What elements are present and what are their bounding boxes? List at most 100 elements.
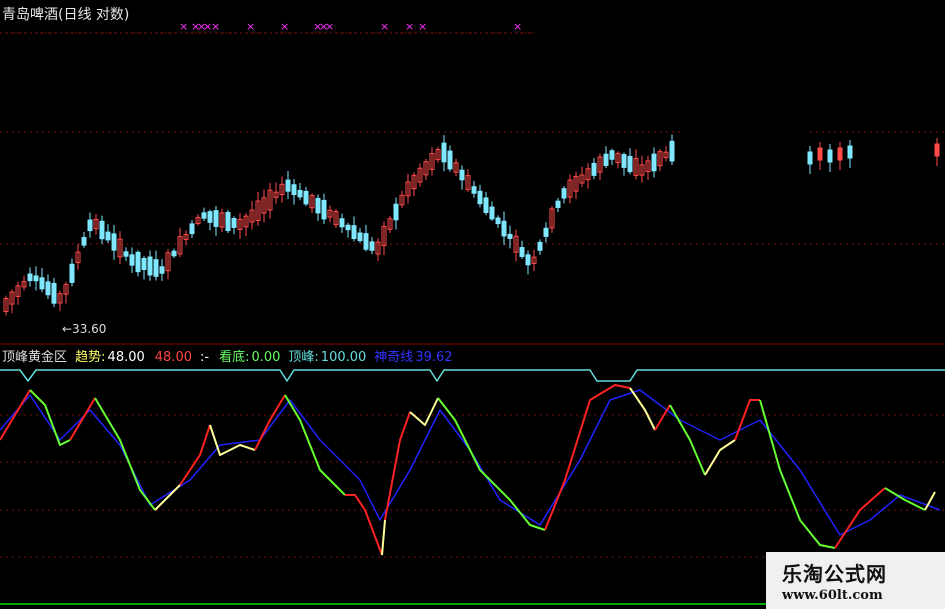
candle-body bbox=[543, 227, 549, 237]
candle-body bbox=[519, 247, 525, 257]
candle-body bbox=[447, 150, 453, 170]
candle-body bbox=[501, 220, 507, 237]
candle-body bbox=[141, 257, 147, 271]
fast-line-turn bbox=[629, 387, 656, 431]
candle-body bbox=[129, 254, 135, 266]
indicator-item-label: 趋势: bbox=[75, 350, 106, 365]
candle-body bbox=[537, 241, 543, 251]
fast-line-up bbox=[179, 424, 211, 486]
candle-body bbox=[477, 190, 483, 205]
candle-body bbox=[99, 220, 105, 240]
fast-line-turn bbox=[209, 424, 256, 456]
candle-body bbox=[837, 147, 843, 161]
candle-body bbox=[827, 149, 833, 163]
watermark-name: 乐淘公式网 bbox=[782, 562, 887, 586]
signal-marker: × bbox=[211, 20, 220, 33]
indicator-item-label: 神奇线 bbox=[374, 350, 414, 365]
candle-body bbox=[934, 143, 940, 157]
candle-body bbox=[39, 277, 45, 290]
indicator-item-label: :- bbox=[199, 350, 210, 365]
indicator-item: 48.00 bbox=[153, 350, 196, 365]
candle-body bbox=[621, 154, 627, 168]
fast-line-up bbox=[254, 394, 286, 451]
candle-body bbox=[651, 153, 657, 172]
candle-body bbox=[27, 273, 33, 282]
indicator-item-value: 100.00 bbox=[320, 350, 367, 365]
indicator-item: 神奇线 39.62 bbox=[374, 350, 456, 365]
candle-body bbox=[471, 186, 477, 194]
candle-body bbox=[285, 179, 291, 192]
candle-body bbox=[135, 251, 141, 273]
candle-body bbox=[807, 151, 813, 165]
signal-marker: × bbox=[513, 20, 522, 33]
candle-body bbox=[159, 266, 165, 274]
candle-body bbox=[213, 210, 219, 227]
candle-body bbox=[189, 223, 195, 235]
candle-body bbox=[627, 155, 633, 173]
candle-body bbox=[357, 232, 363, 242]
candlestick-series bbox=[3, 0, 945, 316]
indicator-lines bbox=[0, 369, 945, 556]
candle-body bbox=[441, 142, 447, 163]
candle-body bbox=[847, 145, 853, 159]
candle-body bbox=[369, 241, 375, 251]
indicator-item-value: 39.62 bbox=[415, 350, 453, 365]
candle-body bbox=[561, 188, 567, 199]
candle-body bbox=[609, 150, 615, 160]
candle-body bbox=[591, 162, 597, 176]
cap-line bbox=[0, 369, 945, 382]
candle-body bbox=[51, 282, 57, 304]
candle-body bbox=[171, 250, 177, 257]
indicator-item-label: 顶峰: bbox=[288, 350, 319, 365]
candle-body bbox=[339, 218, 345, 228]
fast-line-up bbox=[654, 404, 671, 431]
fast-line-up bbox=[69, 397, 96, 441]
stock-chart[interactable]: × ×××× × × ××× × × × × bbox=[0, 0, 945, 609]
signal-marker: × bbox=[179, 20, 188, 33]
candle-body bbox=[303, 190, 309, 205]
candle-body bbox=[111, 233, 117, 251]
fast-line-down bbox=[669, 404, 706, 476]
watermark-url: www.60lt.com bbox=[782, 588, 883, 603]
fast-line-turn bbox=[154, 484, 181, 511]
candle-body bbox=[69, 263, 75, 283]
fast-line-turn bbox=[381, 519, 386, 556]
candle-body bbox=[297, 189, 303, 198]
candle-body bbox=[525, 254, 531, 266]
indicator-item: :- bbox=[200, 350, 215, 365]
candle-body bbox=[87, 219, 93, 232]
fast-line-up bbox=[345, 494, 383, 556]
candle-body bbox=[393, 203, 399, 221]
candle-body bbox=[81, 237, 87, 246]
indicator-item-value: 48.00 bbox=[154, 350, 192, 365]
candle-body bbox=[315, 197, 321, 214]
indicator-header: 顶峰黄金区 趋势: 48.00 48.00:- 看底: 0.00 顶峰: 100.00 神奇线… bbox=[2, 346, 465, 365]
candle-body bbox=[603, 153, 609, 166]
candle-body bbox=[321, 199, 327, 220]
candle-body bbox=[507, 233, 513, 239]
candle-body bbox=[225, 211, 231, 232]
indicator-item-value: 48.00 bbox=[107, 350, 145, 365]
fast-line-up bbox=[734, 399, 760, 441]
candle-body bbox=[817, 147, 823, 161]
candle-body bbox=[105, 231, 111, 241]
candle-body bbox=[555, 200, 561, 208]
candle-body bbox=[483, 197, 489, 213]
signal-marker: × bbox=[325, 20, 334, 33]
indicator-item: 看底: 0.00 bbox=[219, 350, 284, 365]
fast-line-down bbox=[759, 399, 836, 549]
mask bbox=[680, 130, 810, 144]
fast-line-up bbox=[834, 487, 886, 549]
indicator-item-value: 0.00 bbox=[251, 350, 281, 365]
candle-body bbox=[495, 217, 501, 225]
candle-body bbox=[363, 233, 369, 250]
candle-body bbox=[45, 281, 51, 296]
indicator-name: 顶峰黄金区 bbox=[2, 350, 68, 365]
indicator-item: 顶峰: 100.00 bbox=[288, 350, 370, 365]
candle-body bbox=[147, 256, 153, 276]
candle-body bbox=[201, 212, 207, 219]
candle-body bbox=[351, 225, 357, 240]
signal-marker: × bbox=[418, 20, 427, 33]
mask bbox=[535, 0, 945, 130]
indicator-values: 趋势: 48.00 48.00:- 看底: 0.00 顶峰: 100.00 神奇线 39.62 bbox=[75, 350, 460, 365]
